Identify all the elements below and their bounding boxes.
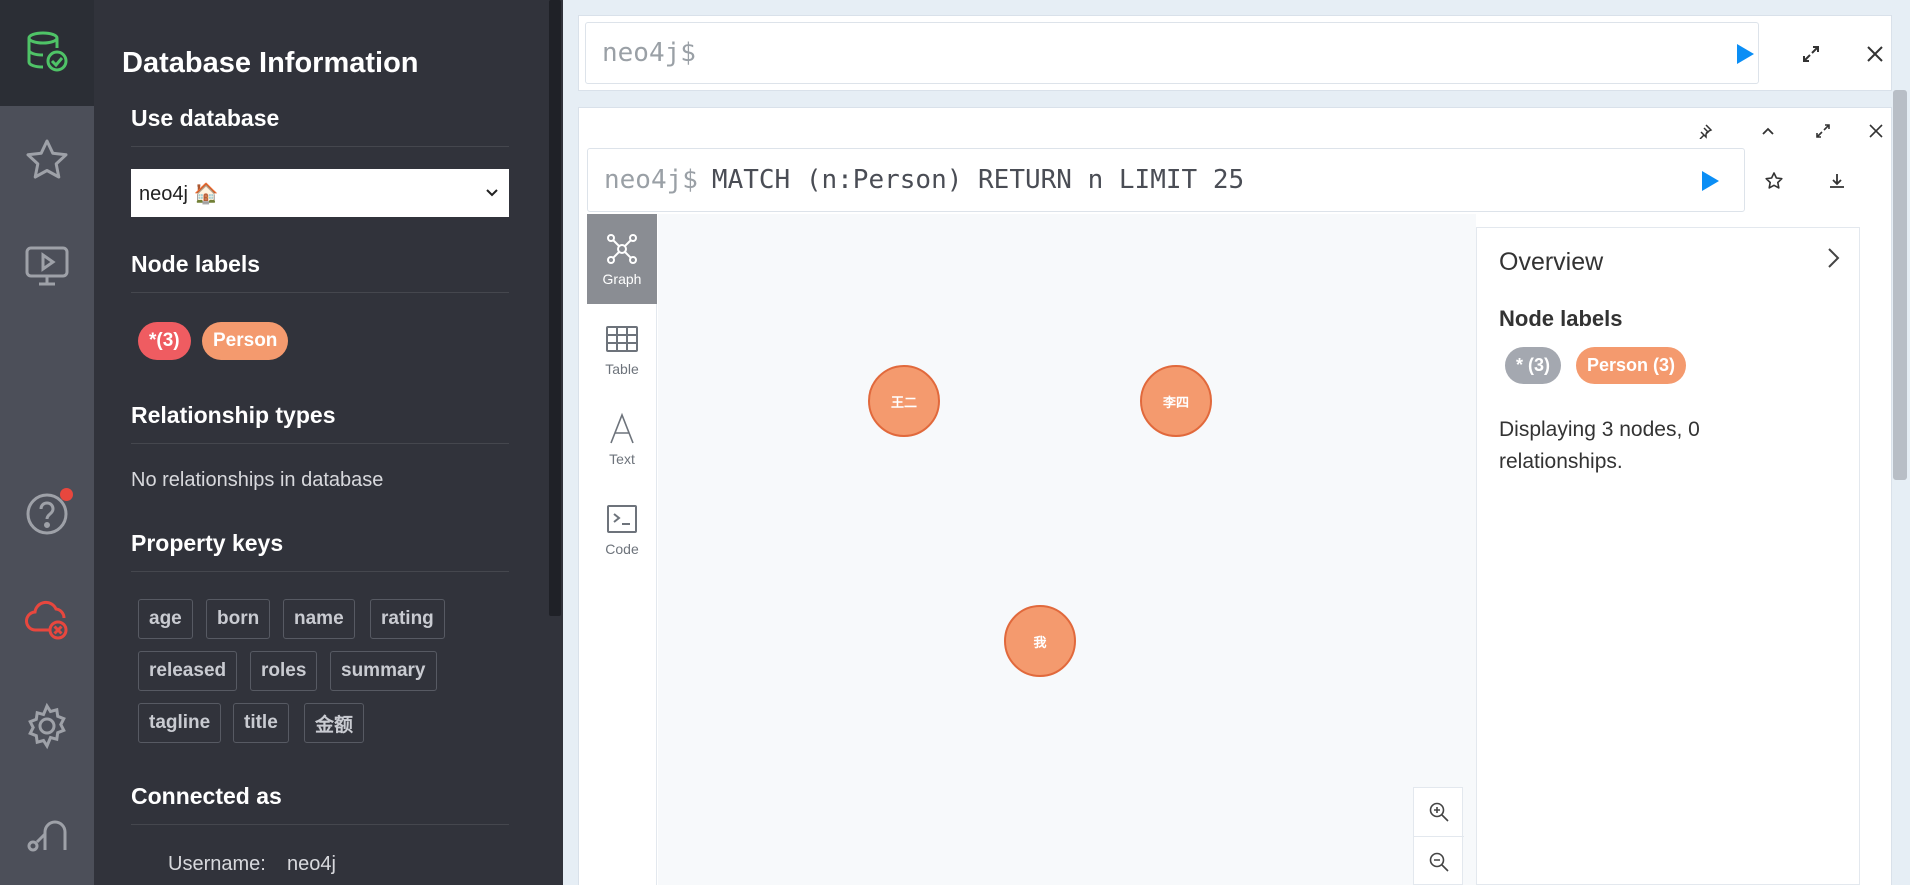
cloud-disconnected-icon[interactable]: [17, 590, 77, 650]
download-icon: [1830, 174, 1844, 188]
close-icon: [1867, 46, 1883, 62]
graph-node[interactable]: 李四: [1140, 365, 1212, 437]
tab-graph-label: Graph: [602, 271, 642, 287]
expand-icon: [1803, 46, 1819, 62]
run-query-button[interactable]: [1727, 36, 1763, 72]
icon-rail: [0, 0, 94, 885]
overview-summary: Displaying 3 nodes, 0 relationships.: [1499, 418, 1700, 473]
result-view-tabs: Graph Table Text Code: [587, 214, 657, 885]
property-key-age[interactable]: age: [138, 599, 193, 639]
property-key-amount[interactable]: 金额: [304, 703, 365, 743]
play-screen-icon[interactable]: [17, 236, 77, 296]
use-database-heading: Use database: [131, 105, 509, 147]
node-label-all[interactable]: *(3): [138, 322, 191, 360]
property-key-name[interactable]: name: [283, 599, 355, 639]
gear-icon[interactable]: [17, 696, 77, 756]
graph-node[interactable]: 我: [1004, 605, 1076, 677]
chevron-right-icon: [1828, 248, 1840, 268]
node-label-person[interactable]: Person: [202, 322, 289, 360]
close-frame-button[interactable]: [1861, 116, 1891, 146]
database-select-value: neo4j 🏠: [139, 182, 219, 205]
property-key-tagline[interactable]: tagline: [138, 703, 222, 743]
property-key-summary[interactable]: summary: [330, 651, 437, 691]
play-icon: [1737, 44, 1754, 64]
zoom-controls: [1413, 787, 1464, 885]
overview-title: Overview: [1499, 248, 1604, 276]
zoom-in-icon: [1429, 802, 1449, 822]
database-icon[interactable]: [17, 22, 77, 82]
tab-code-label: Code: [605, 541, 639, 557]
tab-table[interactable]: Table: [587, 304, 657, 394]
overview-label-all[interactable]: * (3): [1505, 347, 1562, 384]
property-key-born[interactable]: born: [206, 599, 271, 639]
chevron-down-icon: [486, 189, 498, 197]
top-editor-frame: neo4j$: [578, 15, 1892, 91]
overview-panel: Overview Node labels * (3) Person (3) Di…: [1476, 227, 1860, 885]
property-key-released[interactable]: released: [138, 651, 238, 691]
connected-as-heading: Connected as: [131, 783, 509, 825]
frame-editor-prompt: neo4j$: [604, 165, 698, 195]
node-labels-heading: Node labels: [131, 251, 509, 293]
database-select[interactable]: neo4j 🏠: [131, 169, 509, 217]
frame-query-text: MATCH (n:Person) RETURN n LIMIT 25: [711, 165, 1245, 195]
rerun-query-button[interactable]: [1693, 164, 1727, 198]
graph-canvas[interactable]: 王二 李四 我: [658, 214, 1476, 885]
username-label: Username:: [168, 853, 266, 875]
star-icon[interactable]: [17, 130, 77, 190]
pin-icon: [1699, 124, 1713, 139]
drawer-scrollbar[interactable]: [549, 0, 561, 616]
collapse-overview-button[interactable]: [1817, 242, 1849, 274]
property-key-roles[interactable]: roles: [250, 651, 318, 691]
help-icon[interactable]: [17, 484, 77, 544]
tab-code[interactable]: Code: [587, 484, 657, 574]
notification-dot: [60, 488, 73, 501]
top-editor-prompt: neo4j$: [602, 38, 696, 68]
relationship-types-heading: Relationship types: [131, 402, 509, 444]
graph-node[interactable]: 王二: [868, 365, 940, 437]
zoom-out-icon: [1429, 852, 1449, 872]
expand-editor-button[interactable]: [1793, 36, 1829, 72]
username-value: neo4j: [287, 853, 336, 875]
zoom-in-button[interactable]: [1414, 788, 1464, 837]
neo4j-logo-icon[interactable]: [17, 802, 77, 862]
export-button[interactable]: [1820, 164, 1854, 198]
graph-icon: [607, 234, 637, 264]
no-relationships-text: No relationships in database: [131, 469, 384, 491]
fullscreen-frame-button[interactable]: [1808, 116, 1838, 146]
database-information-drawer: Database Information Use database neo4j …: [94, 0, 563, 885]
text-icon: [610, 412, 634, 444]
star-icon: [1765, 172, 1783, 189]
chevron-up-icon: [1762, 127, 1774, 135]
overview-node-labels-heading: Node labels: [1499, 306, 1623, 331]
close-icon: [1869, 124, 1883, 138]
tab-text-label: Text: [609, 451, 635, 467]
top-query-editor[interactable]: neo4j$: [585, 22, 1759, 84]
property-key-title[interactable]: title: [233, 703, 289, 743]
tab-table-label: Table: [605, 361, 639, 377]
expand-icon: [1816, 124, 1830, 138]
main-scrollbar[interactable]: [1893, 90, 1907, 480]
play-icon: [1702, 171, 1719, 191]
code-icon: [607, 505, 637, 533]
property-keys-heading: Property keys: [131, 530, 509, 572]
frame-query-editor[interactable]: neo4j$ MATCH (n:Person) RETURN n LIMIT 2…: [587, 148, 1745, 212]
drawer-title: Database Information: [122, 47, 419, 79]
favorite-query-button[interactable]: [1757, 164, 1791, 198]
collapse-frame-button[interactable]: [1753, 116, 1783, 146]
table-icon: [606, 326, 638, 352]
tab-text[interactable]: Text: [587, 394, 657, 484]
property-key-rating[interactable]: rating: [370, 599, 445, 639]
close-editor-button[interactable]: [1857, 36, 1893, 72]
zoom-out-button[interactable]: [1414, 837, 1464, 885]
overview-label-person[interactable]: Person (3): [1576, 347, 1687, 384]
tab-graph[interactable]: Graph: [587, 214, 657, 304]
pin-frame-button[interactable]: [1690, 116, 1720, 146]
